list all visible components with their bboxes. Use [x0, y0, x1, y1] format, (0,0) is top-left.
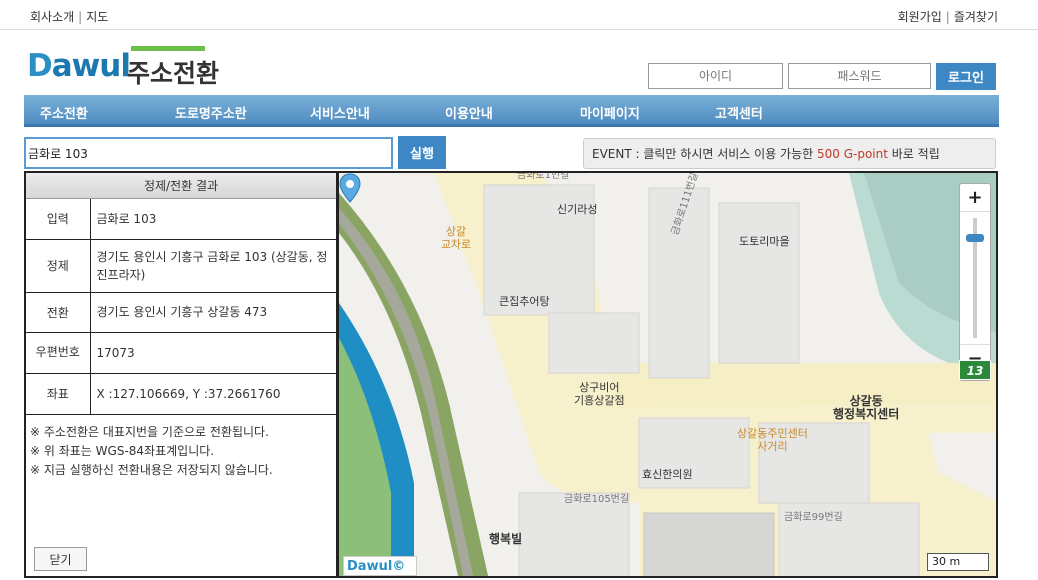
table-row: 전환 경기도 용인시 기흥구 상갈동 473 — [26, 292, 336, 333]
zoom-in-button[interactable]: + — [960, 184, 990, 212]
zoom-level-badge: 13 — [959, 360, 991, 380]
separator: | — [78, 10, 83, 24]
logo-brand-initial: D — [27, 48, 53, 84]
top-right-links: 회원가입 | 즐겨찾기 — [898, 8, 998, 25]
table-row: 정제 경기도 용인시 기흥구 금화로 103 (상갈동, 정진프라자) — [26, 239, 336, 293]
link-favorites[interactable]: 즐겨찾기 — [954, 10, 998, 24]
result-panel: 정제/전환 결과 입력 금화로 103 정제 경기도 용인시 기흥구 금화로 1… — [24, 171, 338, 578]
event-suffix: 바로 적립 — [887, 147, 940, 161]
result-panel-title: 정제/전환 결과 — [26, 173, 336, 199]
logo-accent-bar — [131, 46, 205, 51]
nav-item-usage-guide[interactable]: 이용안내 — [445, 103, 493, 122]
user-id-field[interactable] — [648, 63, 783, 89]
nav-item-mypage[interactable]: 마이페이지 — [580, 103, 640, 122]
map-label-road99: 금화로99번길 — [784, 512, 843, 523]
logo-brand: Dawul — [27, 48, 131, 84]
row-label: 좌표 — [26, 373, 91, 415]
map-label-center-cross: 상갈동주민센터 사거리 — [737, 427, 808, 453]
table-row: 우편번호 17073 — [26, 332, 336, 374]
note-line: ※ 지금 실행하신 전환내용은 저장되지 않습니다. — [30, 462, 273, 477]
map-scale-bar: 30 m — [927, 553, 989, 571]
table-row: 입력 금화로 103 — [26, 199, 336, 240]
row-value: 금화로 103 — [90, 199, 336, 240]
nav-item-service-info[interactable]: 서비스안내 — [310, 103, 370, 122]
link-company-intro[interactable]: 회사소개 — [30, 10, 74, 24]
nav-item-address-convert[interactable]: 주소전환 — [40, 103, 88, 122]
logo-brand-rest: awul — [51, 48, 131, 84]
row-value: 경기도 용인시 기흥구 금화로 103 (상갈동, 정진프라자) — [90, 239, 336, 293]
table-row: 좌표 X :127.106669, Y :37.2661760 — [26, 373, 336, 415]
row-label: 입력 — [26, 199, 91, 240]
location-pin-icon[interactable] — [339, 173, 361, 203]
top-utility-bar: 회사소개 | 지도 회원가입 | 즐겨찾기 — [0, 0, 1038, 30]
row-label: 전환 — [26, 292, 91, 333]
row-value: 경기도 용인시 기흥구 상갈동 473 — [90, 292, 336, 333]
map-logo: Dawul© — [343, 556, 417, 576]
map-view[interactable]: 신기라성 도토리마을 큰집추어탕 상갈 교차로 상구비어 기흥상갈점 상갈동 행… — [337, 171, 998, 578]
run-button[interactable]: 실행 — [398, 136, 446, 169]
map-label-haengbok: 행복빌 — [489, 532, 523, 546]
nav-item-customer-center[interactable]: 고객센터 — [715, 103, 763, 122]
map-label-sanggal-office: 상갈동 행정복지센터 — [833, 394, 900, 421]
link-map[interactable]: 지도 — [86, 10, 108, 24]
event-highlight: 500 G-point — [817, 147, 888, 161]
event-text: EVENT : 클릭만 하시면 서비스 이용 가능한 — [592, 147, 817, 161]
row-value: 17073 — [90, 332, 336, 374]
map-label-hyosin: 효신한의원 — [642, 468, 693, 481]
note-line: ※ 주소전환은 대표지번을 기준으로 전환됩니다. — [30, 424, 269, 439]
close-button[interactable]: 닫기 — [34, 547, 87, 571]
link-signup[interactable]: 회원가입 — [898, 10, 942, 24]
map-label-keunjip: 큰집추어탕 — [499, 295, 550, 308]
note-line: ※ 위 좌표는 WGS-84좌표계입니다. — [30, 443, 215, 458]
address-search-input[interactable] — [24, 137, 393, 169]
result-notes: ※ 주소전환은 대표지번을 기준으로 전환됩니다. ※ 위 좌표는 WGS-84… — [26, 415, 336, 488]
zoom-control: + − — [959, 183, 991, 381]
row-value: X :127.106669, Y :37.2661760 — [90, 373, 336, 415]
map-label-sangu: 상구비어 기흥상갈점 — [574, 381, 625, 407]
row-label: 우편번호 — [26, 332, 91, 374]
map-label-sinkira: 신기라성 — [557, 203, 598, 216]
event-banner[interactable]: EVENT : 클릭만 하시면 서비스 이용 가능한 500 G-point 바… — [583, 138, 996, 169]
map-canvas[interactable] — [339, 173, 998, 578]
zoom-slider-handle[interactable] — [966, 234, 984, 242]
logo-service-name: 주소전환 — [127, 59, 220, 88]
map-label-sanggal-cross: 상갈 교차로 — [440, 225, 472, 251]
top-left-links: 회사소개 | 지도 — [30, 8, 108, 25]
row-label: 정제 — [26, 239, 91, 293]
separator: | — [945, 10, 950, 24]
main-nav: 주소전환 도로명주소란 서비스안내 이용안내 마이페이지 고객센터 — [24, 95, 999, 127]
map-label-road105: 금화로105번길 — [564, 494, 630, 505]
password-field[interactable] — [788, 63, 931, 89]
map-label-dotori: 도토리마을 — [739, 235, 790, 248]
nav-item-road-address[interactable]: 도로명주소란 — [175, 103, 247, 122]
login-button[interactable]: 로그인 — [936, 63, 996, 90]
map-label-road-top: 금화로1번길 — [517, 171, 570, 181]
result-table: 입력 금화로 103 정제 경기도 용인시 기흥구 금화로 103 (상갈동, … — [26, 199, 336, 415]
